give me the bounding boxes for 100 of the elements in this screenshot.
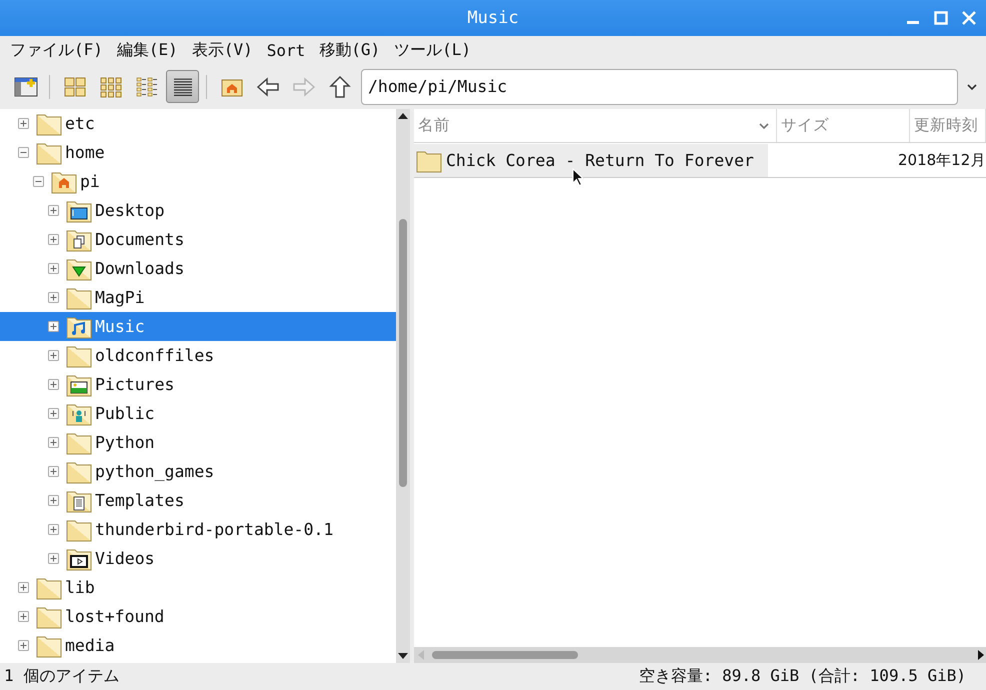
maximize-icon[interactable]: [934, 11, 948, 25]
path-field[interactable]: /home/pi/Music: [361, 68, 958, 104]
tree-item[interactable]: Videos: [0, 544, 396, 573]
expander-icon[interactable]: [18, 611, 29, 622]
scroll-up-icon[interactable]: [398, 113, 408, 119]
folder-name: Documents: [95, 230, 184, 249]
expander-icon[interactable]: [48, 495, 59, 506]
scroll-thumb[interactable]: [399, 219, 407, 487]
window-title: Music: [467, 8, 519, 28]
tree-item[interactable]: lost+found: [0, 602, 396, 631]
pictures-folder-icon: [66, 372, 92, 396]
folder-icon: [416, 148, 442, 172]
scroll-down-icon[interactable]: [398, 653, 408, 659]
expander-icon[interactable]: [48, 205, 59, 216]
column-header[interactable]: 名前: [414, 109, 777, 142]
expander-icon[interactable]: [33, 176, 44, 187]
folder-name: Desktop: [95, 201, 165, 220]
expander-icon[interactable]: [18, 582, 29, 593]
tree-item[interactable]: Music: [0, 312, 396, 341]
folder-name: media: [65, 636, 115, 655]
scroll-thumb[interactable]: [432, 651, 578, 659]
menu-item[interactable]: ツール(L): [394, 40, 472, 60]
tree-item[interactable]: lib: [0, 573, 396, 602]
scroll-right-icon[interactable]: [978, 650, 984, 660]
documents-folder-icon: [66, 228, 92, 252]
folder-icon: [66, 518, 92, 542]
up-arrow-icon: [328, 76, 352, 98]
menu-item[interactable]: 表示(V): [192, 40, 253, 60]
expander-icon[interactable]: [48, 437, 59, 448]
small-grid-icon: [98, 76, 122, 98]
expander-icon[interactable]: [18, 640, 29, 651]
tree-item[interactable]: pi: [0, 167, 396, 196]
expander-icon[interactable]: [48, 350, 59, 361]
expander-icon[interactable]: [18, 118, 29, 129]
downloads-folder-icon: [66, 256, 92, 280]
close-icon[interactable]: [962, 11, 976, 25]
expander-icon[interactable]: [48, 379, 59, 390]
tree-item[interactable]: MagPi: [0, 283, 396, 312]
free-space: 空き容量: 89.8 GiB (合計: 109.5 GiB): [638, 666, 966, 687]
videos-folder-icon: [66, 546, 92, 570]
expander-icon[interactable]: [48, 524, 59, 535]
compact-list-icon: [134, 76, 158, 98]
tree-item[interactable]: Public: [0, 399, 396, 428]
column-header[interactable]: 更新時刻: [910, 109, 986, 142]
desktop-folder-icon: [66, 198, 92, 222]
expander-icon[interactable]: [48, 321, 59, 332]
tree-item[interactable]: Desktop: [0, 196, 396, 225]
folder-icon: [66, 344, 92, 368]
folder-name: Downloads: [95, 259, 184, 278]
modified-date: 2018年12月: [898, 151, 986, 170]
menu-item[interactable]: 移動(G): [319, 40, 380, 60]
file-name: Chick Corea - Return To Forever: [446, 151, 754, 170]
public-folder-icon: [66, 402, 92, 426]
expander-icon[interactable]: [48, 553, 59, 564]
folder-name: MagPi: [95, 288, 145, 307]
expander-icon[interactable]: [48, 263, 59, 274]
folder-name: Templates: [95, 491, 184, 510]
tree-item[interactable]: thunderbird-portable-0.1: [0, 515, 396, 544]
tree-item[interactable]: Downloads: [0, 254, 396, 283]
tree-item[interactable]: media: [0, 631, 396, 660]
folder-name: thunderbird-portable-0.1: [95, 520, 334, 539]
expander-icon[interactable]: [48, 292, 59, 303]
column-header[interactable]: サイズ: [777, 109, 910, 142]
tree-item[interactable]: Pictures: [0, 370, 396, 399]
expander-icon[interactable]: [48, 408, 59, 419]
view-list-button[interactable]: [166, 70, 199, 103]
tree-item[interactable]: Python: [0, 428, 396, 457]
tree-item[interactable]: python_games: [0, 457, 396, 486]
dropdown-caret-icon[interactable]: [966, 82, 978, 90]
large-grid-icon: [62, 76, 86, 98]
back-arrow-icon: [256, 76, 280, 98]
folder-name: oldconffiles: [95, 346, 214, 365]
folder-icon: [36, 576, 62, 600]
forward-arrow-icon: [292, 76, 316, 98]
tree-item[interactable]: Templates: [0, 486, 396, 515]
expander-icon[interactable]: [48, 234, 59, 245]
file-item[interactable]: Chick Corea - Return To Forever: [414, 144, 768, 177]
column-title: 更新時刻: [914, 115, 978, 136]
menu-item[interactable]: 編集(E): [116, 40, 178, 60]
mouse-pointer-icon: [572, 168, 584, 186]
folder-name: home: [65, 143, 105, 162]
tree-item[interactable]: Documents: [0, 225, 396, 254]
folder-name: Music: [95, 317, 145, 336]
scrollbar[interactable]: [396, 109, 410, 663]
expander-icon[interactable]: [48, 466, 59, 477]
folder-name: Python: [95, 433, 155, 452]
column-title: 名前: [418, 115, 450, 136]
scrollbar[interactable]: [414, 647, 986, 663]
menu-item[interactable]: ファイル(F): [10, 40, 103, 60]
folder-icon: [36, 140, 62, 164]
folder-name: Videos: [95, 549, 155, 568]
tree-item[interactable]: etc: [0, 109, 396, 138]
folder-icon: [36, 634, 62, 658]
tree-item[interactable]: oldconffiles: [0, 341, 396, 370]
folder-name: python_games: [95, 462, 214, 481]
tree-item[interactable]: home: [0, 138, 396, 167]
folder-icon: [66, 286, 92, 310]
menu-item[interactable]: Sort: [266, 40, 306, 60]
folder-icon: [36, 604, 62, 628]
expander-icon[interactable]: [18, 147, 29, 158]
